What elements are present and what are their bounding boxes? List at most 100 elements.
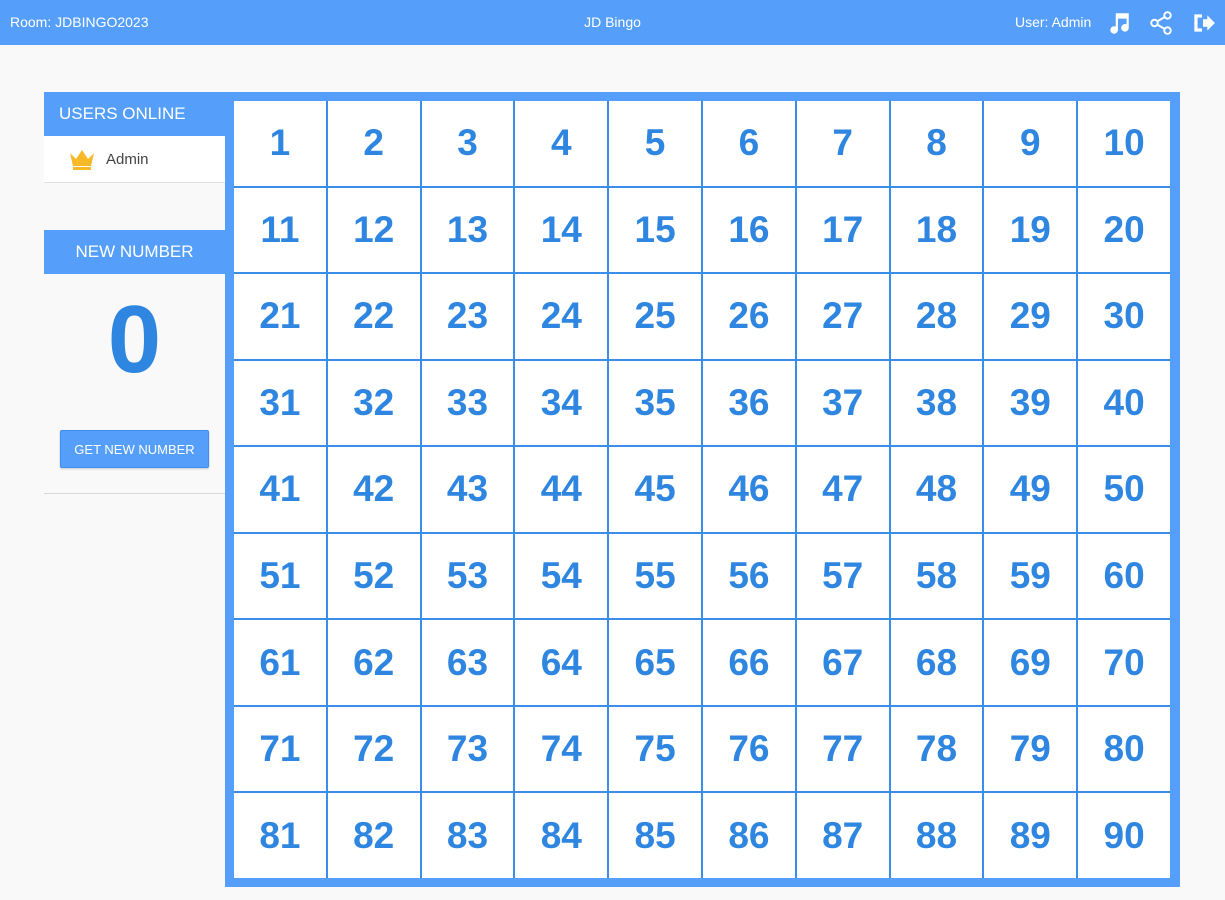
number-cell[interactable]: 39 bbox=[984, 360, 1077, 446]
number-cell[interactable]: 1 bbox=[234, 101, 326, 186]
number-cell[interactable]: 61 bbox=[234, 620, 326, 705]
number-cell[interactable]: 24 bbox=[515, 274, 608, 359]
number-cell[interactable]: 5 bbox=[609, 101, 701, 186]
number-cell[interactable]: 79 bbox=[984, 706, 1077, 792]
number-cell[interactable]: 53 bbox=[421, 533, 514, 619]
number-cell[interactable]: 77 bbox=[796, 706, 889, 792]
number-cell[interactable]: 59 bbox=[984, 533, 1077, 619]
number-cell[interactable]: 18 bbox=[890, 187, 983, 273]
number-cell[interactable]: 78 bbox=[890, 706, 983, 792]
number-cell[interactable]: 45 bbox=[609, 447, 701, 532]
number-cell[interactable]: 52 bbox=[327, 533, 420, 619]
number-cell[interactable]: 72 bbox=[327, 706, 420, 792]
number-cell[interactable]: 47 bbox=[796, 447, 889, 532]
number-cell[interactable]: 34 bbox=[515, 360, 608, 446]
number-cell[interactable]: 76 bbox=[703, 706, 795, 792]
number-cell[interactable]: 32 bbox=[327, 360, 420, 446]
music-icon[interactable] bbox=[1106, 10, 1132, 36]
number-cell[interactable]: 89 bbox=[984, 793, 1077, 878]
number-cell[interactable]: 84 bbox=[515, 793, 608, 878]
number-cell[interactable]: 80 bbox=[1078, 706, 1170, 792]
logout-icon[interactable] bbox=[1190, 10, 1216, 36]
number-cell[interactable]: 49 bbox=[984, 447, 1077, 532]
number-cell[interactable]: 66 bbox=[703, 620, 795, 705]
number-cell[interactable]: 25 bbox=[609, 274, 701, 359]
number-cell[interactable]: 10 bbox=[1078, 101, 1170, 186]
number-cell[interactable]: 90 bbox=[1078, 793, 1170, 878]
user-name: Admin bbox=[106, 150, 149, 168]
number-cell[interactable]: 67 bbox=[796, 620, 889, 705]
number-cell[interactable]: 46 bbox=[703, 447, 795, 532]
number-cell[interactable]: 26 bbox=[703, 274, 795, 359]
number-cell[interactable]: 41 bbox=[234, 447, 326, 532]
number-cell[interactable]: 15 bbox=[609, 187, 701, 273]
number-cell[interactable]: 57 bbox=[796, 533, 889, 619]
number-cell[interactable]: 69 bbox=[984, 620, 1077, 705]
users-online-title: USERS ONLINE bbox=[59, 104, 186, 123]
number-cell[interactable]: 86 bbox=[703, 793, 795, 878]
number-cell[interactable]: 85 bbox=[609, 793, 701, 878]
number-cell[interactable]: 11 bbox=[234, 187, 326, 273]
number-cell[interactable]: 33 bbox=[421, 360, 514, 446]
number-cell[interactable]: 22 bbox=[327, 274, 420, 359]
number-cell[interactable]: 87 bbox=[796, 793, 889, 878]
number-cell[interactable]: 37 bbox=[796, 360, 889, 446]
number-cell[interactable]: 64 bbox=[515, 620, 608, 705]
number-cell[interactable]: 73 bbox=[421, 706, 514, 792]
number-cell[interactable]: 70 bbox=[1078, 620, 1170, 705]
number-cell[interactable]: 54 bbox=[515, 533, 608, 619]
users-online-header: USERS ONLINE bbox=[44, 92, 225, 136]
number-grid: 1 2 3 4 5 6 7 8 9 10 11 12 13 14 15 16 17 18 19 20 21 22 23 24 2… bbox=[234, 101, 1170, 878]
number-cell[interactable]: 56 bbox=[703, 533, 795, 619]
number-cell[interactable]: 3 bbox=[421, 101, 514, 186]
number-cell[interactable]: 2 bbox=[327, 101, 420, 186]
number-cell[interactable]: 12 bbox=[327, 187, 420, 273]
number-cell[interactable]: 65 bbox=[609, 620, 701, 705]
number-cell[interactable]: 82 bbox=[327, 793, 420, 878]
number-cell[interactable]: 58 bbox=[890, 533, 983, 619]
number-cell[interactable]: 17 bbox=[796, 187, 889, 273]
number-cell[interactable]: 20 bbox=[1078, 187, 1170, 273]
number-cell[interactable]: 50 bbox=[1078, 447, 1170, 532]
number-cell[interactable]: 48 bbox=[890, 447, 983, 532]
number-cell[interactable]: 74 bbox=[515, 706, 608, 792]
number-cell[interactable]: 71 bbox=[234, 706, 326, 792]
number-cell[interactable]: 42 bbox=[327, 447, 420, 532]
number-cell[interactable]: 28 bbox=[890, 274, 983, 359]
number-cell[interactable]: 8 bbox=[890, 101, 983, 186]
number-cell[interactable]: 21 bbox=[234, 274, 326, 359]
number-cell[interactable]: 27 bbox=[796, 274, 889, 359]
crown-icon bbox=[68, 148, 96, 170]
number-cell[interactable]: 68 bbox=[890, 620, 983, 705]
number-cell[interactable]: 4 bbox=[515, 101, 608, 186]
number-cell[interactable]: 60 bbox=[1078, 533, 1170, 619]
number-cell[interactable]: 75 bbox=[609, 706, 701, 792]
number-cell[interactable]: 43 bbox=[421, 447, 514, 532]
number-cell[interactable]: 14 bbox=[515, 187, 608, 273]
number-cell[interactable]: 29 bbox=[984, 274, 1077, 359]
number-cell[interactable]: 38 bbox=[890, 360, 983, 446]
number-cell[interactable]: 35 bbox=[609, 360, 701, 446]
number-cell[interactable]: 36 bbox=[703, 360, 795, 446]
number-cell[interactable]: 62 bbox=[327, 620, 420, 705]
number-cell[interactable]: 9 bbox=[984, 101, 1077, 186]
number-cell[interactable]: 6 bbox=[703, 101, 795, 186]
number-cell[interactable]: 19 bbox=[984, 187, 1077, 273]
number-cell[interactable]: 63 bbox=[421, 620, 514, 705]
number-cell[interactable]: 23 bbox=[421, 274, 514, 359]
number-cell[interactable]: 7 bbox=[796, 101, 889, 186]
number-cell[interactable]: 83 bbox=[421, 793, 514, 878]
number-cell[interactable]: 44 bbox=[515, 447, 608, 532]
number-cell[interactable]: 16 bbox=[703, 187, 795, 273]
number-cell[interactable]: 40 bbox=[1078, 360, 1170, 446]
number-cell[interactable]: 13 bbox=[421, 187, 514, 273]
number-cell[interactable]: 51 bbox=[234, 533, 326, 619]
number-cell[interactable]: 30 bbox=[1078, 274, 1170, 359]
number-cell[interactable]: 31 bbox=[234, 360, 326, 446]
number-cell[interactable]: 81 bbox=[234, 793, 326, 878]
sidebar-divider bbox=[44, 493, 225, 494]
number-cell[interactable]: 55 bbox=[609, 533, 701, 619]
share-icon[interactable] bbox=[1148, 10, 1174, 36]
get-new-number-button[interactable]: GET NEW NUMBER bbox=[60, 430, 209, 468]
number-cell[interactable]: 88 bbox=[890, 793, 983, 878]
